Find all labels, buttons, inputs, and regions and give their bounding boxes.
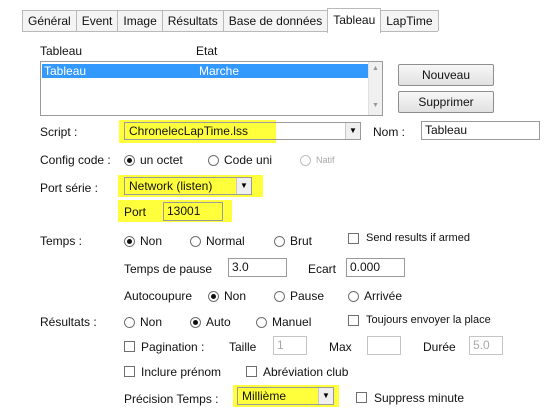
port-serie-value: Network (listen) xyxy=(129,179,213,193)
temps-brut-label[interactable]: Brut xyxy=(290,234,312,248)
pagination-label[interactable]: Pagination : xyxy=(141,340,204,354)
precision-temps-select[interactable]: Millième ▼ xyxy=(237,387,334,405)
config-code-un-octet-radio[interactable] xyxy=(124,155,135,166)
max-field[interactable] xyxy=(367,336,401,355)
abreviation-club-label[interactable]: Abréviation club xyxy=(263,365,348,379)
config-code-code-uni-radio[interactable] xyxy=(208,155,219,166)
chevron-down-icon[interactable]: ▼ xyxy=(236,178,251,194)
scroll-down-icon[interactable]: ▼ xyxy=(372,102,379,109)
autocoupure-pause-label[interactable]: Pause xyxy=(290,289,324,303)
config-code-label: Config code : xyxy=(40,153,111,167)
send-results-checkbox[interactable] xyxy=(348,233,359,244)
tab-resultats[interactable]: Résultats xyxy=(161,10,224,31)
duree-field[interactable]: 5.0 xyxy=(469,336,503,355)
port-serie-label: Port série : xyxy=(40,181,99,195)
scroll-up-icon[interactable]: ▲ xyxy=(372,65,379,72)
list-item-tableau: Tableau xyxy=(44,64,87,78)
resultats-non-radio[interactable] xyxy=(124,317,135,328)
suppress-minute-checkbox[interactable] xyxy=(356,392,367,403)
list-header-etat[interactable]: Etat xyxy=(196,44,217,58)
resultats-manuel-radio[interactable] xyxy=(256,317,267,328)
inclure-prenom-label[interactable]: Inclure prénom xyxy=(141,365,221,379)
ecart-label: Ecart xyxy=(308,262,337,276)
nouveau-button[interactable]: Nouveau xyxy=(398,64,494,86)
script-label: Script : xyxy=(40,125,78,139)
tab-base-de-donnees[interactable]: Base de données xyxy=(222,10,329,31)
script-select[interactable]: ChronelecLapTime.lss ▼ xyxy=(124,122,361,140)
temps-non-label[interactable]: Non xyxy=(140,234,162,248)
nom-field[interactable]: Tableau xyxy=(421,121,540,140)
autocoupure-non-label[interactable]: Non xyxy=(224,289,246,303)
tab-tableau[interactable]: Tableau xyxy=(327,8,382,33)
list-item[interactable]: Tableau Marche xyxy=(42,64,369,78)
port-serie-select[interactable]: Network (listen) ▼ xyxy=(124,177,252,195)
tab-strip: Général Event Image Résultats Base de do… xyxy=(22,8,439,33)
list-scrollbar[interactable]: ▲ ▼ xyxy=(368,62,382,115)
abreviation-club-checkbox[interactable] xyxy=(246,366,257,377)
temps-de-pause-field[interactable]: 3.0 xyxy=(228,258,287,277)
script-value: ChronelecLapTime.lss xyxy=(129,124,248,138)
config-code-natif-label: Natif xyxy=(316,155,335,165)
inclure-prenom-checkbox[interactable] xyxy=(124,366,135,377)
temps-normal-radio[interactable] xyxy=(190,236,201,247)
temps-de-pause-label: Temps de pause xyxy=(124,262,213,276)
toujours-envoyer-label[interactable]: Toujours envoyer la place xyxy=(366,314,491,326)
nom-label: Nom : xyxy=(373,125,406,139)
tableau-list[interactable]: Tableau Marche ▲ ▼ xyxy=(40,61,383,116)
resultats-auto-label[interactable]: Auto xyxy=(206,315,231,329)
pagination-checkbox[interactable] xyxy=(124,341,135,352)
config-code-un-octet-label[interactable]: un octet xyxy=(140,153,183,167)
autocoupure-pause-radio[interactable] xyxy=(274,291,285,302)
autocoupure-arrivee-label[interactable]: Arrivée xyxy=(364,289,402,303)
max-label: Max xyxy=(329,340,352,354)
precision-temps-label: Précision Temps : xyxy=(124,392,219,406)
resultats-label: Résultats : xyxy=(40,315,97,329)
tab-image[interactable]: Image xyxy=(117,10,163,31)
supprimer-button[interactable]: Supprimer xyxy=(398,91,494,113)
autocoupure-arrivee-radio[interactable] xyxy=(348,291,359,302)
config-code-natif-radio[interactable] xyxy=(300,155,311,166)
suppress-minute-label[interactable]: Suppress minute xyxy=(374,391,464,405)
temps-non-radio[interactable] xyxy=(124,236,135,247)
port-field[interactable]: 13001 xyxy=(163,202,223,221)
temps-normal-label[interactable]: Normal xyxy=(206,234,245,248)
temps-brut-radio[interactable] xyxy=(274,236,285,247)
taille-label: Taille xyxy=(229,340,257,354)
resultats-auto-radio[interactable] xyxy=(190,317,201,328)
resultats-manuel-label[interactable]: Manuel xyxy=(272,315,311,329)
send-results-label[interactable]: Send results if armed xyxy=(366,232,470,244)
tab-laptime[interactable]: LapTime xyxy=(380,10,439,31)
tab-event[interactable]: Event xyxy=(75,10,119,31)
precision-temps-value: Millième xyxy=(242,389,287,403)
tab-general[interactable]: Général xyxy=(22,10,77,31)
port-label: Port xyxy=(124,205,147,219)
list-header-tableau[interactable]: Tableau xyxy=(40,44,82,58)
ecart-field[interactable]: 0.000 xyxy=(346,258,405,277)
config-code-code-uni-label[interactable]: Code uni xyxy=(224,153,272,167)
autocoupure-label: Autocoupure xyxy=(124,289,193,303)
autocoupure-non-radio[interactable] xyxy=(208,291,219,302)
chevron-down-icon[interactable]: ▼ xyxy=(318,388,333,404)
duree-label: Durée xyxy=(423,340,456,354)
taille-field[interactable]: 1 xyxy=(273,336,307,355)
list-item-etat: Marche xyxy=(199,64,240,78)
temps-label: Temps : xyxy=(40,234,83,248)
chevron-down-icon[interactable]: ▼ xyxy=(345,123,360,139)
resultats-non-label[interactable]: Non xyxy=(140,315,162,329)
toujours-envoyer-checkbox[interactable] xyxy=(348,315,359,326)
